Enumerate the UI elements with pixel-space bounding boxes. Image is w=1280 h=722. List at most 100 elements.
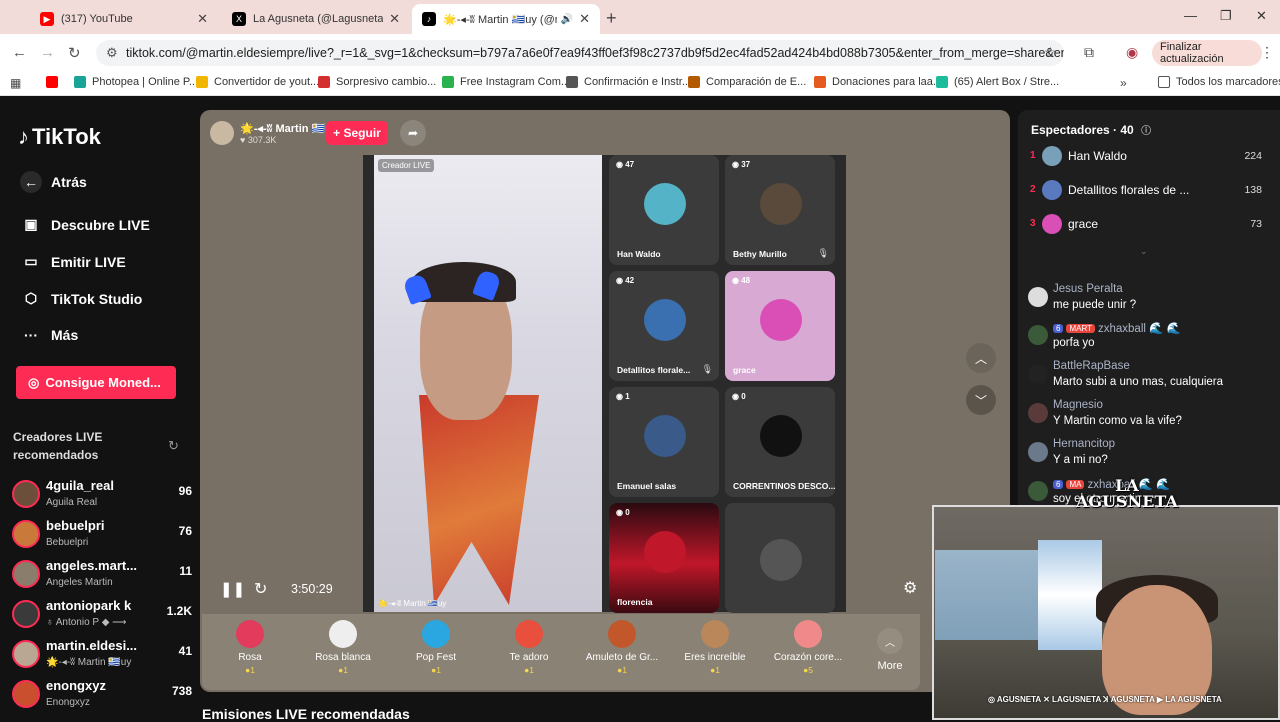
- gift-item[interactable]: Rosa blanca ●1: [297, 620, 389, 675]
- gift-item[interactable]: Eres increíble ●1: [669, 620, 761, 675]
- chat-badge: MART: [1066, 324, 1095, 333]
- creator-display-name: Angeles Martin: [46, 577, 113, 588]
- window-close-icon[interactable]: ✕: [1256, 8, 1267, 24]
- recommended-creator[interactable]: angeles.mart... Angeles Martin 11: [10, 558, 192, 596]
- gift-item[interactable]: Rosa ●1: [204, 620, 296, 675]
- info-icon[interactable]: ⓘ: [1141, 126, 1151, 137]
- spectator-rank: 2: [1030, 184, 1036, 195]
- mic-muted-icon: 🎙: [817, 248, 829, 258]
- gift-name: Eres increíble: [684, 652, 746, 663]
- bookmark-item[interactable]: Convertidor de yout...: [196, 76, 319, 88]
- tab-youtube[interactable]: ▶ (317) YouTube ✕: [30, 4, 218, 34]
- back-icon[interactable]: ←: [12, 44, 27, 61]
- guest-name: Bethy Murillo: [733, 249, 787, 259]
- guest-slot[interactable]: ◉ 1 Emanuel salas: [609, 387, 719, 497]
- site-info-icon[interactable]: ⚙: [106, 45, 118, 61]
- tab-x[interactable]: X La Agusneta (@Lagusneta) / X ✕: [222, 4, 410, 34]
- guest-slot[interactable]: ◉ 48 grace: [725, 271, 835, 381]
- creator-display-name: Aguila Real: [46, 497, 98, 508]
- top-spectator[interactable]: 2 Detallitos florales de ... 138: [1030, 180, 1262, 204]
- bookmark-item[interactable]: (65) Alert Box / Stre...: [936, 76, 1059, 88]
- top-spectator[interactable]: 1 Han Waldo 224: [1030, 146, 1262, 170]
- gift-name: Pop Fest: [415, 652, 457, 663]
- update-button[interactable]: Finalizar actualización: [1152, 40, 1262, 66]
- gift-item[interactable]: Te adoro ●1: [483, 620, 575, 675]
- avatar: [1042, 214, 1062, 234]
- video-camera-icon: ▭: [24, 253, 38, 269]
- guest-slot[interactable]: ◉ 0 florencia: [609, 503, 719, 613]
- follow-button[interactable]: + Seguir: [326, 121, 388, 145]
- maximize-icon[interactable]: ❐: [1220, 8, 1232, 24]
- new-tab-icon[interactable]: +: [606, 8, 617, 29]
- close-icon[interactable]: ✕: [197, 11, 208, 27]
- recommended-creator[interactable]: martin.eldesi... 🌟-◂-ʬ Martin 🇺🇾uy 41: [10, 638, 192, 676]
- nav-more-dots[interactable]: ··· Más: [20, 327, 78, 343]
- speaker-icon[interactable]: 🔊: [561, 14, 573, 25]
- bookmark-item[interactable]: Sorpresivo cambio...: [318, 76, 436, 88]
- menu-dots-icon[interactable]: ⋮: [1260, 44, 1274, 61]
- nav-studio[interactable]: ⬡ TikTok Studio: [20, 290, 142, 307]
- host-avatar[interactable]: [210, 121, 234, 145]
- address-bar[interactable]: ⚙ tiktok.com/@martin.eldesiempre/live?_r…: [96, 40, 1064, 66]
- extensions-icon[interactable]: ⧉: [1084, 44, 1094, 61]
- guest-score: ◉ 0: [732, 392, 746, 401]
- profile-icon[interactable]: ◉: [1126, 44, 1138, 61]
- gift-price: ●1: [524, 665, 534, 675]
- share-icon[interactable]: ➦: [400, 120, 426, 146]
- guest-slot[interactable]: ◉ 47 Han Waldo: [609, 155, 719, 265]
- avatar: [12, 640, 40, 668]
- gift-item[interactable]: Amuleto de Gr... ●1: [576, 620, 668, 675]
- star-icon[interactable]: ☆: [1044, 44, 1057, 61]
- chevron-more-icon[interactable]: »: [1120, 76, 1127, 90]
- nav-back-arrow[interactable]: ← Atrás: [20, 171, 87, 193]
- pause-icon[interactable]: ❚❚: [220, 580, 245, 598]
- spectators-title[interactable]: Espectadores · 40 ⓘ: [1031, 122, 1151, 137]
- close-icon[interactable]: ✕: [389, 11, 400, 27]
- reload-icon[interactable]: ↻: [68, 44, 81, 62]
- recommended-creator[interactable]: enongxyz Enongxyz 738: [10, 678, 192, 716]
- tiktok-icon: ♪: [422, 12, 436, 26]
- reload-stream-icon[interactable]: ↻: [254, 579, 267, 599]
- guest-avatar: [760, 183, 802, 225]
- minimize-icon[interactable]: —: [1184, 8, 1197, 23]
- recommended-creator[interactable]: bebuelpri Bebuelpri 76: [10, 518, 192, 556]
- guest-score: ◉ 48: [732, 276, 751, 285]
- apps-grid-icon[interactable]: ▦: [10, 76, 21, 90]
- bookmark-item[interactable]: Comparación de E...: [688, 76, 806, 88]
- expand-chevron-icon[interactable]: ⌄: [1140, 246, 1148, 257]
- chat-username: BattleRapBase: [1053, 360, 1130, 372]
- gift-item[interactable]: Corazón core... ●5: [762, 620, 854, 675]
- guest-slot[interactable]: ◉ 0 CORRENTINOS DESCO...: [725, 387, 835, 497]
- tiktok-icon: ♪: [18, 124, 29, 149]
- settings-gear-icon[interactable]: ⚙: [903, 578, 917, 598]
- refresh-icon[interactable]: ↻: [168, 438, 179, 454]
- guest-slot[interactable]: ◉ 37 Bethy Murillo 🎙: [725, 155, 835, 265]
- forward-icon[interactable]: →: [40, 44, 55, 61]
- more-gifts-button[interactable]: ︿ More: [870, 628, 910, 672]
- top-spectator[interactable]: 3 grace 73: [1030, 214, 1262, 238]
- guest-slot[interactable]: ◉ 42 Detallitos florale... 🎙: [609, 271, 719, 381]
- chevron-down-icon[interactable]: ﹀: [966, 385, 996, 415]
- gift-price: ●1: [710, 665, 720, 675]
- chevron-up-icon[interactable]: ︿: [966, 343, 996, 373]
- get-coins-button[interactable]: ◎ Consigue Moned...: [16, 366, 176, 399]
- tab-tiktok[interactable]: ♪ 🌟-◂-ʬ Martin 🇺🇾uy (@mar 🔊 ✕: [412, 4, 600, 34]
- bookmark-item[interactable]: Donaciones para laa...: [814, 76, 942, 88]
- gift-item[interactable]: Pop Fest ●1: [390, 620, 482, 675]
- guest-avatar: [644, 183, 686, 225]
- recommended-creator[interactable]: antoniopark k ♁ Antonio P ◆ ⟶ 1.2K: [10, 598, 192, 636]
- guest-slot[interactable]: [725, 503, 835, 613]
- host-name[interactable]: 🌟-◂-ʬ Martin 🇺🇾uy: [240, 122, 338, 135]
- all-bookmarks[interactable]: Todos los marcadores: [1158, 76, 1280, 88]
- recommended-creator[interactable]: 4guila_real Aguila Real 96: [10, 478, 192, 516]
- nav-live-tv[interactable]: ▣ Descubre LIVE: [20, 216, 149, 233]
- nav-video-camera[interactable]: ▭ Emitir LIVE: [20, 253, 125, 270]
- bookmark-item[interactable]: Confirmación e Instr...: [566, 76, 691, 88]
- bookmark-item[interactable]: Photopea | Online P...: [74, 76, 198, 88]
- guest-score: ◉ 1: [616, 392, 630, 401]
- bookmark-item[interactable]: [46, 76, 64, 88]
- tiktok-logo[interactable]: ♪ TikTok: [18, 124, 101, 150]
- bookmark-item[interactable]: Free Instagram Com...: [442, 76, 570, 88]
- close-icon[interactable]: ✕: [579, 11, 590, 27]
- guest-name: grace: [733, 365, 756, 375]
